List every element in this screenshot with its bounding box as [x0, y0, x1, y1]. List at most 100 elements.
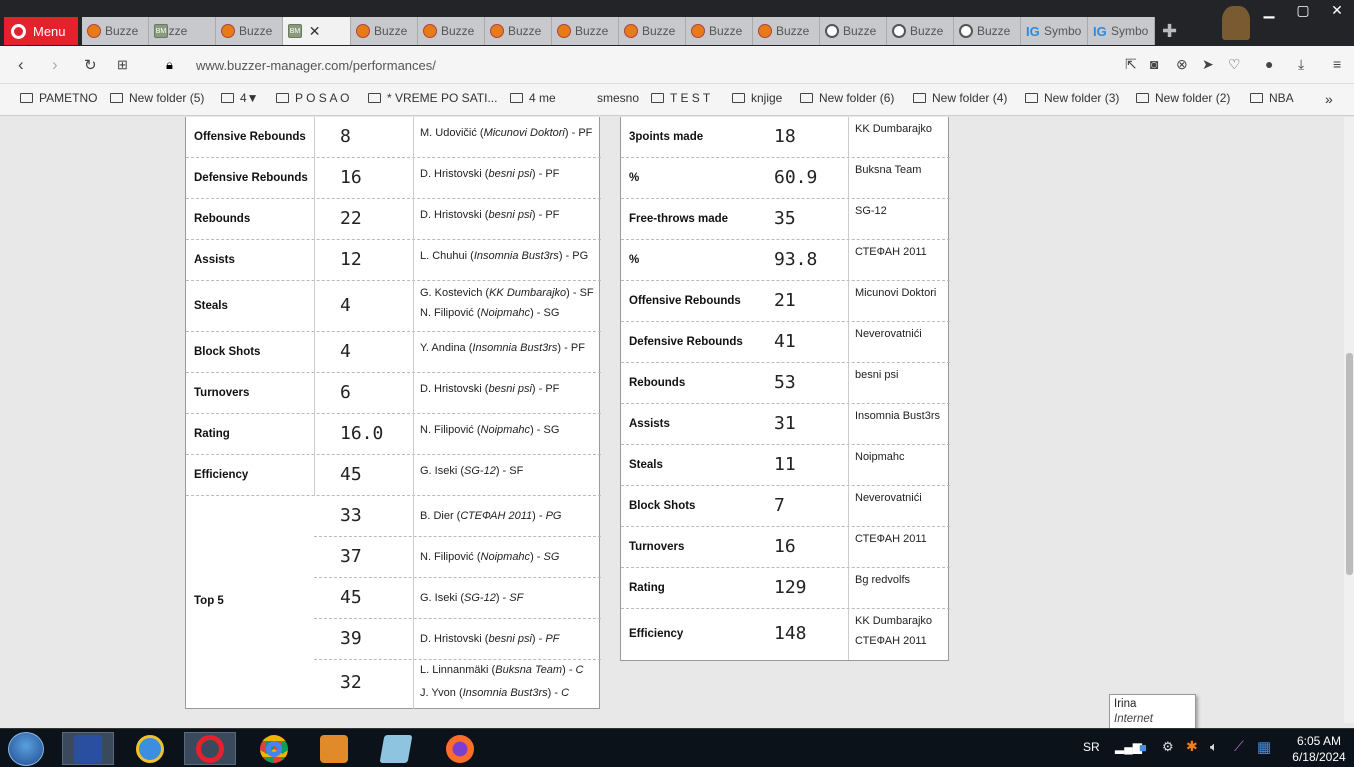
taskbar-firefox[interactable]: [434, 732, 486, 765]
url-field[interactable]: www.buzzer-manager.com/performances/: [196, 58, 436, 73]
tab-13[interactable]: Buzze: [954, 17, 1021, 45]
bookmark-folder[interactable]: New folder (4): [913, 91, 1007, 105]
close-tab-icon[interactable]: ✕: [309, 23, 321, 40]
tab-5[interactable]: Buzze: [418, 17, 485, 45]
forward-icon[interactable]: ›: [52, 55, 58, 75]
tray-grid-icon[interactable]: ▦: [1257, 738, 1271, 756]
team-entry[interactable]: СТЕФАН 2011: [855, 635, 927, 647]
back-icon[interactable]: ‹: [18, 55, 24, 75]
opera-menu-button[interactable]: Menu: [4, 17, 78, 45]
scrollbar[interactable]: [1344, 117, 1354, 723]
player-entry[interactable]: N. Filipović (Noipmahc) - SG: [420, 307, 559, 319]
bookmark-folder[interactable]: P O S A O: [276, 91, 349, 105]
taskbar-save-app[interactable]: [62, 732, 114, 765]
player-entry[interactable]: D. Hristovski (besni psi) - PF: [420, 633, 559, 645]
team-entry[interactable]: Bg redvolfs: [855, 574, 910, 586]
tray-app-icon[interactable]: ■: [1139, 740, 1147, 755]
adblock-icon[interactable]: ⊗: [1176, 56, 1188, 73]
tab-4[interactable]: Buzze: [351, 17, 418, 45]
bookmark-folder[interactable]: 4▼: [221, 91, 259, 105]
reload-icon[interactable]: ↻: [84, 56, 97, 74]
team-entry[interactable]: Insomnia Bust3rs: [855, 410, 940, 422]
team-entry[interactable]: СТЕФАН 2011: [855, 246, 927, 258]
player-entry[interactable]: L. Chuhui (Insomnia Bust3rs) - PG: [420, 250, 588, 262]
player-entry[interactable]: G. Kostevich (KK Dumbarajko) - SF: [420, 287, 594, 299]
team-entry[interactable]: Micunovi Doktori: [855, 287, 936, 299]
tab-10[interactable]: Buzze: [753, 17, 820, 45]
bookmark-folder[interactable]: New folder (5): [110, 91, 204, 105]
player-entry[interactable]: L. Linnanmäki (Buksna Team) - C: [420, 664, 584, 676]
heart-icon[interactable]: ♡: [1228, 56, 1241, 73]
bookmark-folder[interactable]: New folder (6): [800, 91, 894, 105]
player-entry[interactable]: D. Hristovski (besni psi) - PF: [420, 209, 559, 221]
player-entry[interactable]: Y. Andina (Insomnia Bust3rs) - PF: [420, 342, 585, 354]
player-entry[interactable]: G. Iseki (SG-12) - SF: [420, 592, 523, 604]
more-bookmarks-icon[interactable]: »: [1325, 91, 1333, 107]
account-icon[interactable]: ●: [1265, 56, 1273, 72]
bookmark-folder[interactable]: T E S T: [651, 91, 710, 105]
tab-1[interactable]: BM Buzze: [149, 17, 216, 45]
clock[interactable]: 6:05 AM 6/18/2024: [1286, 733, 1352, 765]
easy-setup-icon[interactable]: ≡: [1333, 56, 1341, 72]
scrollbar-thumb[interactable]: [1346, 353, 1353, 575]
player-entry[interactable]: D. Hristovski (besni psi) - PF: [420, 168, 559, 180]
bookmark-folder[interactable]: PAMETNO: [20, 91, 97, 105]
tab-14[interactable]: IG Symbo: [1021, 17, 1088, 45]
team-entry[interactable]: Neverovatnići: [855, 328, 922, 340]
bookmark-folder[interactable]: smesno: [597, 91, 639, 105]
share-icon[interactable]: ⇱: [1125, 56, 1137, 73]
tab-3[interactable]: BMBu✕: [283, 17, 351, 45]
player-entry[interactable]: N. Filipović (Noipmahc) - SG: [420, 424, 559, 436]
pen-icon[interactable]: ⟋: [1234, 738, 1244, 755]
team-entry[interactable]: SG-12: [855, 205, 887, 217]
player-entry[interactable]: M. Udovičić (Micunovi Doktori) - PF: [420, 127, 592, 139]
bookmark-folder[interactable]: New folder (2): [1136, 91, 1230, 105]
team-entry[interactable]: KK Dumbarajko: [855, 123, 932, 135]
bookmark-folder[interactable]: * VREME PO SATI...: [368, 91, 497, 105]
taskbar-opera[interactable]: [184, 732, 236, 765]
team-entry[interactable]: Buksna Team: [855, 164, 921, 176]
taskbar-ie[interactable]: [124, 732, 176, 765]
download-icon[interactable]: ⤓: [1298, 56, 1304, 73]
lock-icon[interactable]: 🔒︎: [166, 57, 173, 73]
team-entry[interactable]: KK Dumbarajko: [855, 615, 932, 627]
team-entry[interactable]: Noipmahc: [855, 451, 905, 463]
avast-icon[interactable]: ✱: [1186, 738, 1198, 755]
tab-0[interactable]: Buzze: [82, 17, 149, 45]
speed-dial-icon[interactable]: ⊞: [117, 57, 128, 73]
send-icon[interactable]: ➤: [1202, 56, 1214, 73]
maximize-icon[interactable]: ▢: [1286, 0, 1320, 20]
team-entry[interactable]: Neverovatnići: [855, 492, 922, 504]
taskbar-chrome[interactable]: [248, 732, 300, 765]
tab-15[interactable]: IG Symbo: [1088, 17, 1155, 45]
bookmark-folder[interactable]: 4 me: [510, 91, 556, 105]
tab-6[interactable]: Buzze: [485, 17, 552, 45]
bookmark-folder[interactable]: NBA: [1250, 91, 1294, 105]
language-indicator[interactable]: SR: [1083, 740, 1100, 754]
team-entry[interactable]: СТЕФАН 2011: [855, 533, 927, 545]
start-button[interactable]: [8, 732, 44, 766]
tab-2[interactable]: Buzze: [216, 17, 283, 45]
tab-8[interactable]: Buzze: [619, 17, 686, 45]
volume-icon[interactable]: 🔈︎: [1210, 739, 1218, 755]
bookmark-folder[interactable]: New folder (3): [1025, 91, 1119, 105]
bookmark-folder[interactable]: knjige: [732, 91, 782, 105]
player-entry[interactable]: G. Iseki (SG-12) - SF: [420, 465, 523, 477]
taskbar-notes[interactable]: [370, 732, 422, 765]
player-entry[interactable]: D. Hristovski (besni psi) - PF: [420, 383, 559, 395]
team-entry[interactable]: besni psi: [855, 369, 898, 381]
new-tab-icon[interactable]: ✚: [1162, 21, 1177, 42]
player-entry[interactable]: J. Yvon (Insomnia Bust3rs) - C: [420, 687, 569, 699]
taskbar-media[interactable]: [308, 732, 360, 765]
tab-9[interactable]: Buzze: [686, 17, 753, 45]
player-entry[interactable]: N. Filipović (Noipmahc) - SG: [420, 551, 559, 563]
tab-7[interactable]: Buzze: [552, 17, 619, 45]
camera-icon[interactable]: ◙: [1150, 56, 1158, 72]
minimize-icon[interactable]: ▁: [1252, 0, 1286, 20]
profile-avatar[interactable]: [1222, 6, 1250, 40]
network-icon[interactable]: ▂▄▆: [1115, 740, 1142, 754]
tray-usb-icon[interactable]: ⚙: [1162, 739, 1174, 755]
tab-11[interactable]: Buzze: [820, 17, 887, 45]
close-window-icon[interactable]: ✕: [1320, 0, 1354, 20]
player-entry[interactable]: B. Dier (СТЕФАН 2011) - PG: [420, 510, 561, 522]
